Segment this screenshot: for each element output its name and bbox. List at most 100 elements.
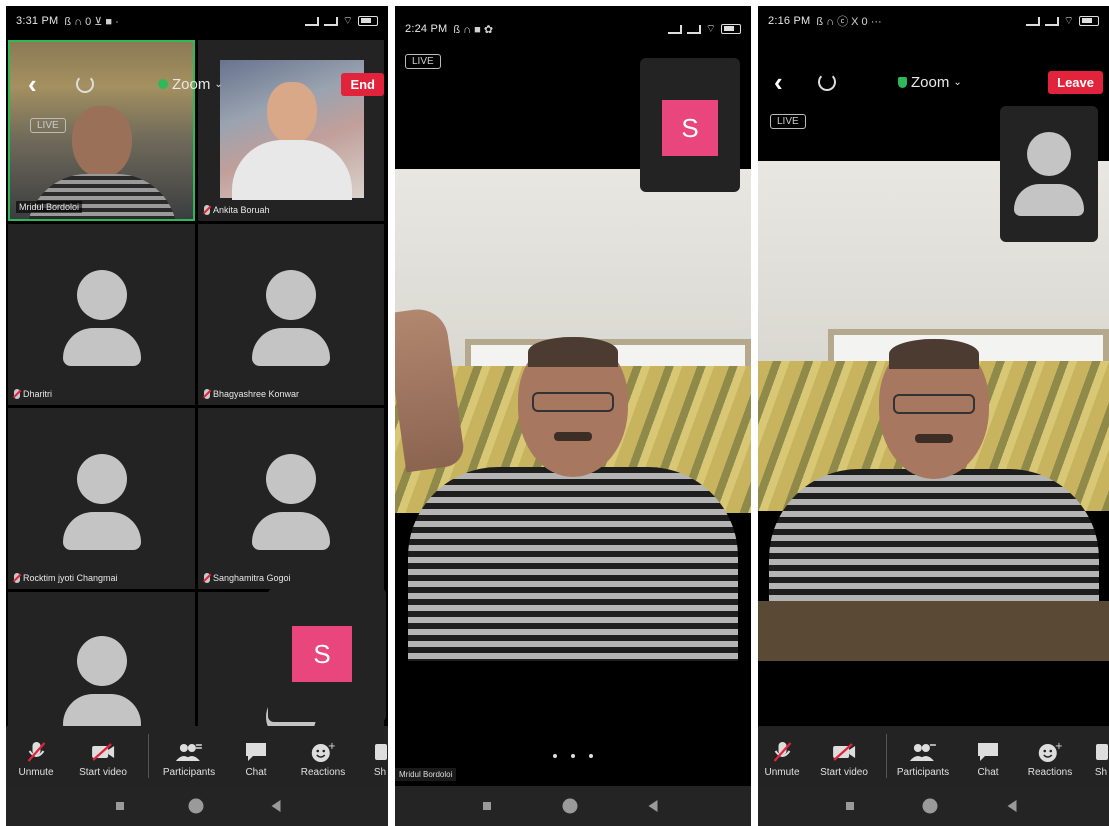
signal-icon [323,16,338,26]
back-icon[interactable] [1007,800,1017,812]
back-icon[interactable] [648,800,658,812]
chat-icon [977,741,999,763]
mic-muted-icon [764,741,799,763]
end-button[interactable]: End [341,72,384,96]
participants-icon [897,741,949,763]
wifi-icon: ⌔ [1063,15,1074,27]
participants-button[interactable]: Participants [163,741,215,778]
svg-text:+: + [328,741,335,752]
self-initial-avatar: S [292,626,352,682]
chat-icon [245,741,267,763]
participant-tile-rocktim[interactable]: Rocktim jyoti Changmai [8,408,195,589]
status-bar: 3:31 PM ß ∩ 0 ⊻ ■ · ⌔ [6,6,388,36]
participants-button[interactable]: Participants [897,741,949,778]
participant-name: Ankita Boruah [204,205,270,215]
participant-tile-bhagyashree[interactable]: Bhagyashree Konwar [198,224,384,405]
mic-muted-icon [204,389,210,399]
status-right: ⌔ [304,14,378,28]
chevron-down-icon: ⌄ [953,76,962,88]
meeting-toolbar: Unmute Start video Participants Chat + R [758,726,1109,786]
participants-icon [163,741,215,763]
status-time: 3:31 PM [16,15,59,27]
mic-muted-icon [204,205,210,215]
back-icon[interactable] [271,800,281,812]
chat-button[interactable]: Chat [245,741,267,778]
signal-icon [686,24,701,34]
phone-screen-speaker-toolbar: 2:16 PM ß ∩ ⓒ X 0 ··· ⌔ ‹ Zoom ⌄ Leave L… [758,6,1109,826]
recents-icon[interactable] [846,802,854,810]
home-icon[interactable] [922,798,938,814]
android-nav-bar [6,786,388,826]
meeting-top-bar: ‹ Zoom ⌄ Leave [758,62,1109,102]
recents-icon[interactable] [483,802,491,810]
speaker-figure [408,337,738,661]
share-icon [1094,741,1108,763]
active-speaker-video[interactable] [395,169,751,661]
mic-muted-icon [14,389,20,399]
shield-icon [898,76,907,88]
avatar-icon [62,454,141,550]
wifi-icon: ⌔ [705,23,716,35]
participant-name: Mridul Bordoloi [16,201,83,213]
participant-tile-sanghamitra[interactable]: Sanghamitra Gogoi [198,408,384,589]
back-arrow-icon[interactable]: ‹ [28,69,37,100]
video-off-icon [79,741,127,763]
self-view-card[interactable]: S [268,588,386,722]
leave-button[interactable]: Leave [1048,70,1103,94]
start-video-button[interactable]: Start video [79,741,127,778]
video-off-icon [820,741,868,763]
status-icons: ß ∩ ⓒ X 0 ··· [816,16,882,28]
reactions-button[interactable]: + Reactions [1028,741,1072,778]
toolbar-divider [148,734,149,778]
self-view-card[interactable]: S [640,58,740,192]
mic-muted-icon [204,573,210,583]
participant-name: Dharitri [14,389,52,399]
chevron-down-icon: ⌄ [214,78,223,90]
battery-icon [721,24,741,34]
status-bar: 2:24 PM ß ∩ ■ ✿ ⌔ [395,14,751,44]
meeting-top-bar: ‹ Zoom ⌄ End [6,64,388,104]
speaker-switch-icon[interactable] [76,75,94,93]
desk [758,601,1109,661]
status-right: ⌔ [667,22,741,36]
start-video-button[interactable]: Start video [820,741,868,778]
live-badge: LIVE [770,114,806,129]
recents-icon[interactable] [116,802,124,810]
chat-button[interactable]: Chat [977,741,999,778]
android-nav-bar [395,786,751,826]
home-icon[interactable] [188,798,204,814]
participant-tile-dharitri[interactable]: Dharitri [8,224,195,405]
share-button[interactable]: Sh [373,741,387,778]
meeting-title[interactable]: Zoom ⌄ [898,74,962,91]
wifi-icon: ⌔ [342,15,353,27]
back-arrow-icon[interactable]: ‹ [774,67,783,98]
svg-text:+: + [1055,741,1062,752]
avatar-icon [62,270,141,366]
avatar-icon [252,454,330,550]
mic-muted-icon [14,573,20,583]
self-initial-avatar: S [662,100,718,156]
avatar-icon [252,270,330,366]
unmute-button[interactable]: Unmute [18,741,54,778]
status-right: ⌔ [1025,14,1099,28]
unmute-button[interactable]: Unmute [764,741,800,778]
phone-screen-gallery: 3:31 PM ß ∩ 0 ⊻ ■ · ⌔ Mridul Bordoloi An… [6,6,388,826]
self-view-card[interactable] [1000,106,1098,242]
avatar-icon [1014,132,1084,216]
speaker-name-tag: Mridul Bordoloi [395,768,457,781]
share-button[interactable]: Sh [1094,741,1108,778]
participant-name: Bhagyashree Konwar [204,389,299,399]
status-time: 2:24 PM [405,23,448,35]
signal-icon [667,24,682,34]
phone-screen-speaker: 2:24 PM ß ∩ ■ ✿ ⌔ LIVE S Mridul Bordoloi [395,6,751,826]
mic-muted-icon [18,741,53,763]
participant-tile[interactable] [8,592,195,732]
live-badge: LIVE [30,118,66,133]
home-icon[interactable] [562,798,578,814]
status-icons: ß ∩ ■ ✿ [453,23,494,36]
reactions-button[interactable]: + Reactions [301,741,345,778]
share-icon [373,741,387,763]
live-badge: LIVE [405,54,441,69]
speaker-switch-icon[interactable] [818,73,836,91]
meeting-title[interactable]: Zoom ⌄ [158,76,223,93]
